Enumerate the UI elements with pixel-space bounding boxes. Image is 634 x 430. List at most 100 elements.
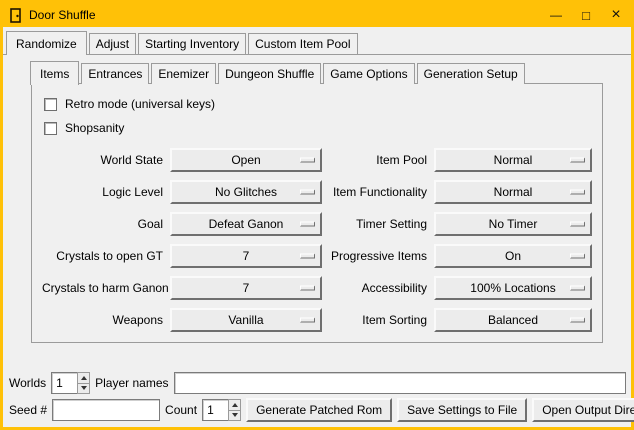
progressive-items-dropdown[interactable]: On — [434, 244, 592, 268]
count-input[interactable] — [202, 399, 228, 421]
tab-enemizer[interactable]: Enemizer — [151, 63, 216, 84]
seed-input[interactable] — [52, 399, 160, 421]
item-sorting-label: Item Sorting — [326, 313, 430, 327]
world-state-value: Open — [231, 153, 260, 167]
crystals-gt-value: 7 — [243, 249, 250, 263]
item-functionality-dropdown[interactable]: Normal — [434, 180, 592, 204]
save-settings-button[interactable]: Save Settings to File — [397, 398, 527, 422]
weapons-label: Weapons — [42, 313, 166, 327]
titlebar: Door Shuffle — □ × — [3, 3, 631, 27]
accessibility-label: Accessibility — [326, 281, 430, 295]
close-icon[interactable]: × — [601, 3, 631, 27]
seed-row: Seed # Count Generate Patched Rom Save S… — [9, 398, 626, 422]
accessibility-value: 100% Locations — [470, 281, 555, 295]
retro-mode-row: Retro mode (universal keys) — [44, 92, 596, 116]
retro-mode-label: Retro mode (universal keys) — [65, 97, 215, 111]
count-label: Count — [165, 403, 197, 417]
window-title: Door Shuffle — [29, 8, 96, 22]
logic-level-dropdown[interactable]: No Glitches — [170, 180, 322, 204]
option-menu-indicator-icon — [300, 254, 315, 259]
shopsanity-label: Shopsanity — [65, 121, 124, 135]
option-menu-indicator-icon — [570, 222, 585, 227]
accessibility-dropdown[interactable]: 100% Locations — [434, 276, 592, 300]
crystals-ganon-value: 7 — [243, 281, 250, 295]
option-menu-indicator-icon — [300, 190, 315, 195]
spin-down-icon[interactable] — [228, 411, 241, 422]
option-menu-indicator-icon — [300, 222, 315, 227]
app-window: Door Shuffle — □ × Randomize Adjust Star… — [0, 0, 634, 430]
option-menu-indicator-icon — [570, 286, 585, 291]
option-menu-indicator-icon — [570, 254, 585, 259]
main-tab-bar: Randomize Adjust Starting Inventory Cust… — [3, 31, 631, 54]
items-panel: Retro mode (universal keys) Shopsanity W… — [31, 83, 603, 343]
player-names-input[interactable] — [174, 372, 627, 394]
worlds-label: Worlds — [9, 376, 46, 390]
item-pool-dropdown[interactable]: Normal — [434, 148, 592, 172]
app-icon — [8, 8, 23, 23]
tab-generation-setup[interactable]: Generation Setup — [417, 63, 525, 84]
option-menu-indicator-icon — [300, 318, 315, 323]
generate-patched-rom-button[interactable]: Generate Patched Rom — [246, 398, 392, 422]
crystals-gt-dropdown[interactable]: 7 — [170, 244, 322, 268]
open-output-directory-button[interactable]: Open Output Directory — [532, 398, 634, 422]
weapons-dropdown[interactable]: Vanilla — [170, 308, 322, 332]
timer-setting-value: No Timer — [489, 217, 538, 231]
goal-label: Goal — [42, 217, 166, 231]
option-menu-indicator-icon — [570, 190, 585, 195]
crystals-gt-label: Crystals to open GT — [42, 249, 166, 263]
worlds-input[interactable] — [51, 372, 77, 394]
count-spin-buttons — [228, 399, 241, 421]
option-menu-indicator-icon — [300, 286, 315, 291]
spin-down-icon[interactable] — [77, 384, 90, 395]
goal-value: Defeat Ganon — [209, 217, 284, 231]
option-menu-indicator-icon — [570, 158, 585, 163]
goal-dropdown[interactable]: Defeat Ganon — [170, 212, 322, 236]
timer-setting-dropdown[interactable]: No Timer — [434, 212, 592, 236]
maximize-icon[interactable]: □ — [571, 3, 601, 27]
window-controls: — □ × — [541, 3, 631, 27]
crystals-ganon-dropdown[interactable]: 7 — [170, 276, 322, 300]
tab-starting-inventory[interactable]: Starting Inventory — [138, 33, 246, 54]
timer-setting-label: Timer Setting — [326, 217, 430, 231]
item-pool-value: Normal — [494, 153, 533, 167]
spin-up-icon[interactable] — [228, 399, 241, 411]
player-names-label: Player names — [95, 376, 168, 390]
window-content: Randomize Adjust Starting Inventory Cust… — [3, 27, 631, 427]
progressive-items-label: Progressive Items — [326, 249, 430, 263]
item-functionality-value: Normal — [494, 185, 533, 199]
option-menu-indicator-icon — [570, 318, 585, 323]
tab-dungeon-shuffle[interactable]: Dungeon Shuffle — [218, 63, 321, 84]
options-grid: World State Open Item Pool Normal Logic … — [42, 148, 596, 332]
shopsanity-row: Shopsanity — [44, 116, 596, 140]
item-functionality-label: Item Functionality — [326, 185, 430, 199]
crystals-ganon-label: Crystals to harm Ganon — [42, 281, 166, 295]
logic-level-label: Logic Level — [42, 185, 166, 199]
tab-randomize[interactable]: Randomize — [6, 31, 87, 55]
item-sorting-dropdown[interactable]: Balanced — [434, 308, 592, 332]
tab-custom-item-pool[interactable]: Custom Item Pool — [248, 33, 357, 54]
item-sorting-value: Balanced — [488, 313, 538, 327]
worlds-stepper — [51, 372, 90, 394]
count-stepper — [202, 399, 241, 421]
logic-level-value: No Glitches — [215, 185, 277, 199]
weapons-value: Vanilla — [228, 313, 263, 327]
randomize-panel: Items Entrances Enemizer Dungeon Shuffle… — [3, 54, 631, 427]
shopsanity-checkbox[interactable] — [44, 122, 57, 135]
option-menu-indicator-icon — [300, 158, 315, 163]
worlds-spin-buttons — [77, 372, 90, 394]
tab-adjust[interactable]: Adjust — [89, 33, 136, 54]
world-state-label: World State — [42, 153, 166, 167]
world-state-dropdown[interactable]: Open — [170, 148, 322, 172]
retro-mode-checkbox[interactable] — [44, 98, 57, 111]
tab-items[interactable]: Items — [30, 61, 79, 85]
minimize-icon[interactable]: — — [541, 3, 571, 27]
tab-entrances[interactable]: Entrances — [81, 63, 149, 84]
worlds-row: Worlds Player names — [9, 372, 626, 394]
bottom-bar: Worlds Player names Seed # Count — [3, 368, 631, 427]
item-pool-label: Item Pool — [326, 153, 430, 167]
sub-tab-bar: Items Entrances Enemizer Dungeon Shuffle… — [30, 61, 631, 84]
seed-label: Seed # — [9, 403, 47, 417]
progressive-items-value: On — [505, 249, 521, 263]
tab-game-options[interactable]: Game Options — [323, 63, 414, 84]
spin-up-icon[interactable] — [77, 372, 90, 384]
